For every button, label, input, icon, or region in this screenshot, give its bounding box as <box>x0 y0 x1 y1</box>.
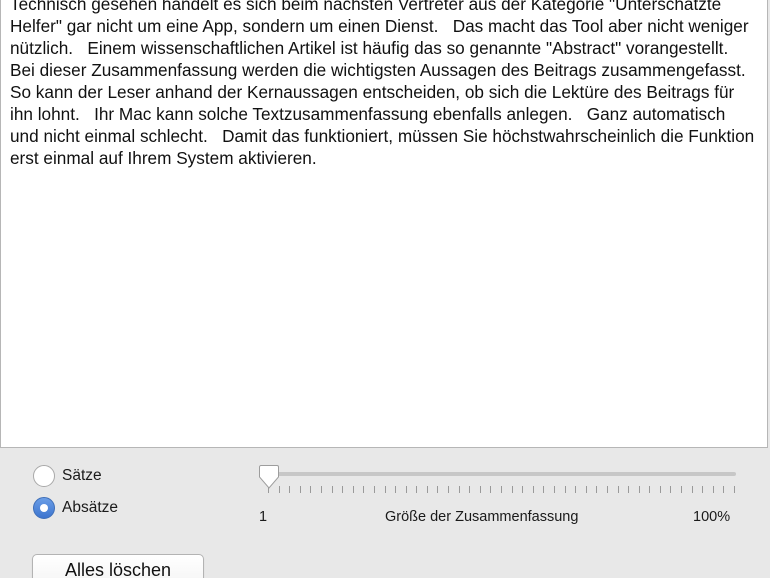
slider-tick <box>395 486 397 493</box>
slider-tick <box>458 486 460 493</box>
radio-sentences[interactable]: Sätze <box>33 465 102 487</box>
slider-tick <box>670 486 672 493</box>
slider-tick <box>448 486 450 493</box>
slider-tick <box>363 486 365 493</box>
slider-tick <box>606 486 608 493</box>
slider-tick <box>299 486 301 493</box>
slider-tick <box>522 486 524 493</box>
slider-tick <box>638 486 640 493</box>
slider-tick <box>649 486 651 493</box>
slider-tick <box>416 486 418 493</box>
slider-tick <box>628 486 630 493</box>
slider-tick <box>564 486 566 493</box>
slider-tick <box>659 486 661 493</box>
summarize-window: Technisch gesehen handelt es sich beim n… <box>0 0 770 578</box>
slider-tick <box>405 486 407 493</box>
slider-tick <box>553 486 555 493</box>
slider-ticks <box>268 486 735 494</box>
slider-tick <box>532 486 534 493</box>
slider-tick <box>543 486 545 493</box>
radio-selected-dot <box>40 504 48 512</box>
slider-tick <box>310 486 312 493</box>
slider-tick <box>469 486 471 493</box>
slider-tick <box>681 486 683 493</box>
radio-sentences-button[interactable] <box>33 465 55 487</box>
slider-tick <box>320 486 322 493</box>
slider-track[interactable] <box>262 472 736 476</box>
slider-tick <box>511 486 513 493</box>
radio-paragraphs-button[interactable] <box>33 497 55 519</box>
slider-tick <box>501 486 502 493</box>
slider-min-label: 1 <box>259 509 268 525</box>
slider-tick <box>289 486 291 493</box>
slider-tick <box>490 486 492 493</box>
slider-max-label: 100% <box>693 509 731 525</box>
slider-tick <box>331 486 333 493</box>
summary-size-slider[interactable] <box>258 462 740 502</box>
slider-tick <box>702 486 704 493</box>
slider-title: Größe der Zusammenfassung <box>385 509 579 525</box>
slider-tick <box>617 486 619 493</box>
slider-tick <box>691 486 693 493</box>
slider-thumb-icon[interactable] <box>258 464 280 490</box>
slider-tick <box>712 486 714 493</box>
slider-tick <box>723 486 725 493</box>
slider-tick <box>373 486 375 493</box>
slider-tick <box>437 486 439 493</box>
slider-tick <box>585 486 587 493</box>
radio-paragraphs[interactable]: Absätze <box>33 497 118 519</box>
radio-sentences-label: Sätze <box>62 467 102 484</box>
slider-tick <box>352 486 354 493</box>
clear-all-button[interactable]: Alles löschen <box>32 554 204 578</box>
radio-paragraphs-label: Absätze <box>62 499 119 516</box>
summary-text-view[interactable]: Technisch gesehen handelt es sich beim n… <box>0 0 768 448</box>
slider-tick <box>426 486 428 493</box>
slider-tick <box>575 486 577 493</box>
slider-tick <box>342 486 344 493</box>
slider-tick <box>596 486 598 493</box>
slider-tick <box>734 486 735 493</box>
slider-tick <box>479 486 481 493</box>
slider-tick <box>384 486 386 493</box>
